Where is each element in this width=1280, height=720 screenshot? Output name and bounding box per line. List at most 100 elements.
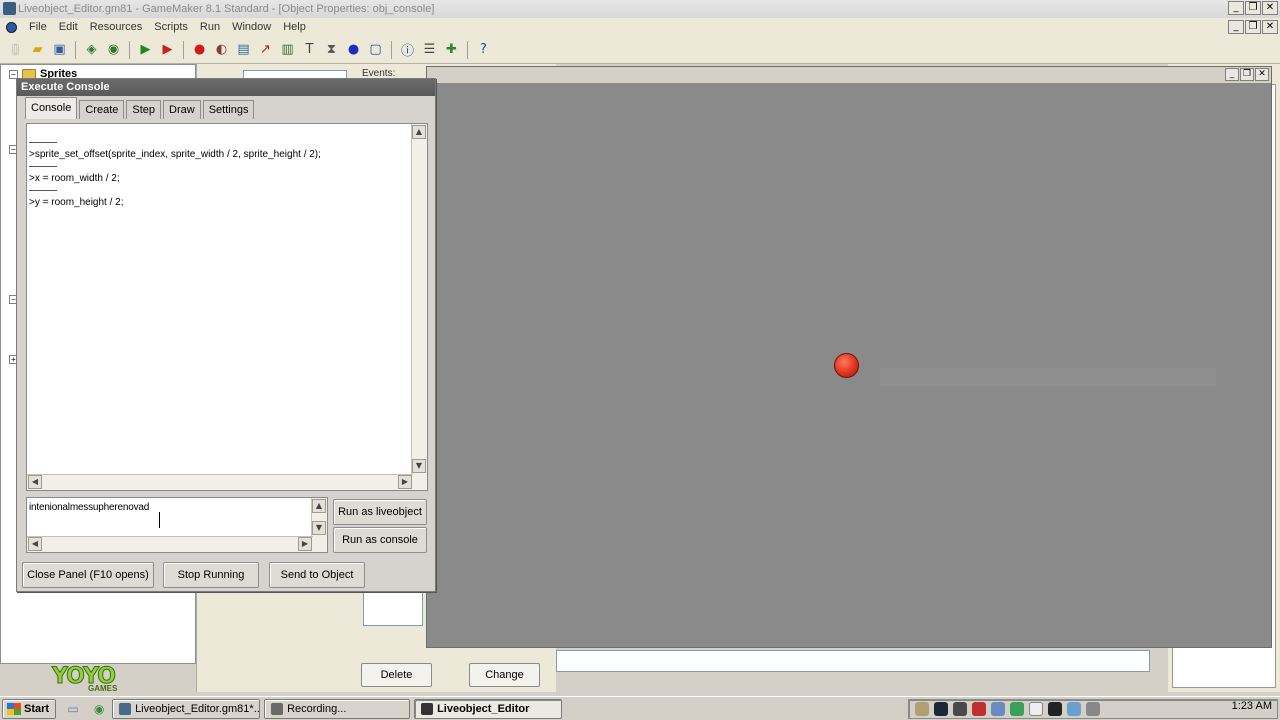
run-as-console-button[interactable]: Run as console [333, 527, 427, 553]
save-icon[interactable]: ▣ [50, 40, 69, 59]
menu-run[interactable]: Run [194, 21, 226, 33]
tray-app-icon[interactable] [1029, 702, 1043, 716]
tab-draw[interactable]: Draw [163, 100, 201, 119]
show-desktop-icon[interactable]: ▭ [64, 700, 82, 718]
room-view-title-bar: _ ❐ ✕ [427, 67, 1271, 83]
task-liveobject-editor[interactable]: Liveobject_Editor [414, 698, 563, 719]
scroll-left-icon[interactable]: ◀ [28, 537, 42, 551]
gear-icon[interactable] [953, 702, 967, 716]
mdi-controls: _ ❐ ✕ [1228, 20, 1278, 34]
tray-app-icon[interactable] [1010, 702, 1024, 716]
output-horizontal-scrollbar[interactable]: ◀ ▶ [27, 474, 413, 490]
tray-app-icon[interactable] [972, 702, 986, 716]
room-minimize-button[interactable]: _ [1225, 68, 1239, 81]
events-list[interactable] [363, 592, 423, 626]
scroll-left-icon[interactable]: ◀ [28, 475, 42, 489]
help-icon[interactable]: ? [474, 40, 493, 59]
debug-run-icon[interactable]: ▶ [158, 40, 177, 59]
send-to-object-button[interactable]: Send to Object [269, 562, 365, 588]
restore-button[interactable]: ❐ [1245, 1, 1261, 15]
tab-step[interactable]: Step [126, 100, 162, 119]
task-recording[interactable]: Recording... [264, 698, 411, 719]
tray-app-icon[interactable] [915, 702, 929, 716]
menu-help[interactable]: Help [277, 21, 312, 33]
change-button[interactable]: Change [469, 663, 540, 687]
actions-list[interactable] [556, 650, 1150, 672]
input-vertical-scrollbar[interactable]: ▲ ▼ [311, 498, 327, 552]
window-title-bar: Liveobject_Editor.gm81 - GameMaker 8.1 S… [0, 0, 1280, 18]
scroll-down-icon[interactable]: ▼ [412, 459, 426, 473]
output-line: >y = room_height / 2; [29, 197, 124, 208]
output-vertical-scrollbar[interactable]: ▲ ▼ [411, 124, 427, 490]
extensions-icon[interactable]: ✚ [442, 40, 461, 59]
output-line: >sprite_set_offset(sprite_index, sprite_… [29, 149, 321, 160]
stop-running-button[interactable]: Stop Running [163, 562, 259, 588]
mdi-minimize-button[interactable]: _ [1228, 20, 1244, 34]
menu-bar: File Edit Resources Scripts Run Window H… [0, 18, 1280, 36]
scroll-up-icon[interactable]: ▲ [312, 499, 326, 513]
open-folder-icon[interactable]: ▰ [28, 40, 47, 59]
console-input-value: intenionalmessupherenovad [29, 502, 150, 513]
console-output[interactable]: >sprite_set_offset(sprite_index, sprite_… [26, 123, 428, 491]
create-sprite-icon[interactable]: ● [190, 40, 209, 59]
run-as-liveobject-button[interactable]: Run as liveobject [333, 499, 427, 525]
create-sound-icon[interactable]: ◐ [212, 40, 231, 59]
scroll-right-icon[interactable]: ▶ [298, 537, 312, 551]
toolbar-separator [75, 40, 76, 59]
task-label: Liveobject_Editor.gm81*... [135, 702, 261, 715]
menu-edit[interactable]: Edit [53, 21, 84, 33]
tab-settings[interactable]: Settings [202, 100, 255, 119]
volume-icon[interactable] [1086, 702, 1100, 716]
tab-console[interactable]: Console [25, 97, 78, 119]
network-icon[interactable] [991, 702, 1005, 716]
console-title-bar: Execute Console [17, 79, 435, 96]
close-panel-button[interactable]: Close Panel (F10 opens) [22, 562, 154, 588]
main-toolbar: ▯ ▰ ▣ ◈ ◉ ▶ ▶ ● ◐ ▤ ↗ ▥ T ⧗ ● ▢ ⓘ ☰ ✚ ? [0, 36, 1280, 64]
menu-resources[interactable]: Resources [84, 21, 149, 33]
tray-app-icon[interactable] [1067, 702, 1081, 716]
menu-scripts[interactable]: Scripts [148, 21, 194, 33]
red-ball-object[interactable] [834, 353, 859, 378]
globe-icon[interactable]: ◉ [104, 40, 123, 59]
menu-file[interactable]: File [23, 21, 53, 33]
start-button[interactable]: Start [2, 698, 57, 719]
room-artifact-strip [880, 368, 1216, 386]
scroll-up-icon[interactable]: ▲ [412, 125, 426, 139]
new-file-icon[interactable]: ▯ [6, 40, 25, 59]
console-input[interactable]: intenionalmessupherenovad ▲ ▼ ◀ ▶ [26, 497, 328, 553]
close-button[interactable]: ✕ [1262, 1, 1278, 15]
app-menu-icon[interactable] [6, 21, 17, 33]
run-icon[interactable]: ▶ [136, 40, 155, 59]
toolbar-separator [183, 40, 184, 59]
system-tray [908, 699, 1278, 719]
create-script-icon[interactable]: ▥ [278, 40, 297, 59]
windows-logo-icon [7, 702, 21, 715]
menu-window[interactable]: Window [226, 21, 277, 33]
mdi-close-button[interactable]: ✕ [1262, 20, 1278, 34]
create-background-icon[interactable]: ▤ [234, 40, 253, 59]
game-info-icon[interactable]: ⓘ [398, 40, 417, 59]
scroll-right-icon[interactable]: ▶ [398, 475, 412, 489]
mdi-restore-button[interactable]: ❐ [1245, 20, 1261, 34]
tab-create[interactable]: Create [79, 100, 125, 119]
global-settings-icon[interactable]: ☰ [420, 40, 439, 59]
create-object-icon[interactable]: ● [344, 40, 363, 59]
game-window-icon [421, 702, 434, 715]
delete-button[interactable]: Delete [361, 663, 432, 687]
publish-icon[interactable]: ◈ [82, 40, 101, 59]
room-restore-button[interactable]: ❐ [1240, 68, 1254, 81]
room-close-button[interactable]: ✕ [1255, 68, 1269, 81]
task-gamemaker[interactable]: Liveobject_Editor.gm81*... [112, 698, 261, 719]
create-font-icon[interactable]: T [300, 40, 319, 59]
task-label: Recording... [287, 702, 347, 715]
scroll-down-icon[interactable]: ▼ [312, 521, 326, 535]
steam-icon[interactable] [934, 702, 948, 716]
tray-app-icon[interactable] [1048, 702, 1062, 716]
minimize-button[interactable]: _ [1228, 1, 1244, 15]
console-tabs: Console Create Step Draw Settings [25, 97, 255, 119]
create-room-icon[interactable]: ▢ [366, 40, 385, 59]
input-horizontal-scrollbar[interactable]: ◀ ▶ [27, 536, 313, 552]
chrome-icon[interactable]: ◉ [90, 700, 108, 718]
create-path-icon[interactable]: ↗ [256, 40, 275, 59]
create-timeline-icon[interactable]: ⧗ [322, 40, 341, 59]
